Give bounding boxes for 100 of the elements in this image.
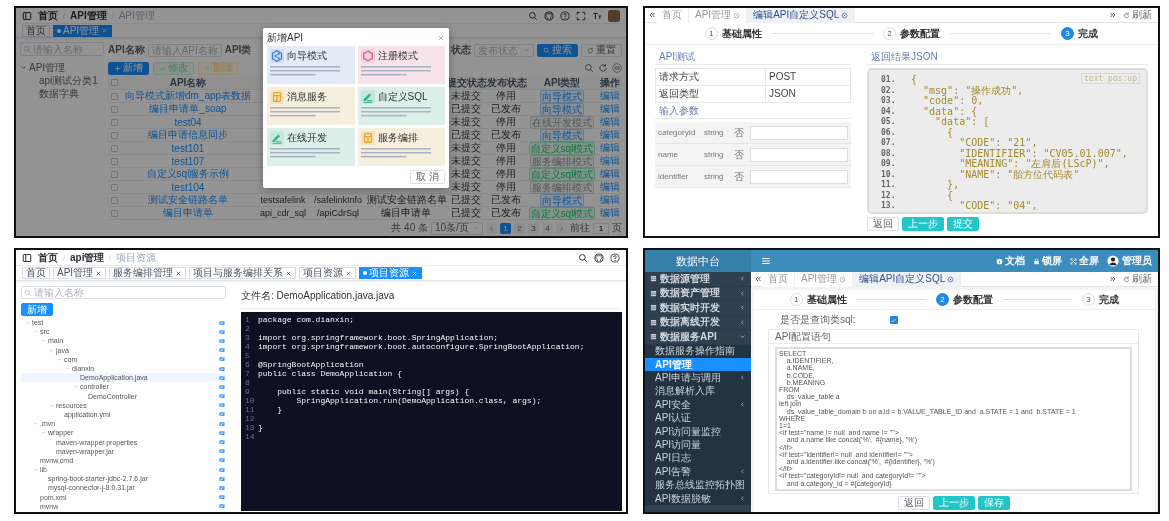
edit-icon[interactable] — [218, 402, 226, 409]
sidebar-menu-item[interactable]: 数据服务API — [645, 330, 751, 345]
breadcrumb-item[interactable]: 首页 — [38, 251, 58, 264]
sidebar-toggle-icon[interactable] — [22, 252, 32, 263]
page-button[interactable]: 3 — [528, 222, 539, 234]
close-icon[interactable] — [437, 34, 445, 42]
checkbox[interactable] — [111, 183, 118, 191]
page-tag[interactable]: 项目资源 — [299, 267, 357, 279]
scroll-right-icon[interactable] — [1109, 275, 1117, 283]
breadcrumb-item[interactable]: API管理 — [70, 9, 107, 22]
scroll-left-icon[interactable] — [754, 275, 762, 283]
page-tag[interactable]: 服务编排管理 — [109, 267, 187, 279]
edit-icon[interactable] — [218, 439, 226, 446]
edit-icon[interactable] — [218, 420, 226, 427]
checkbox[interactable] — [111, 144, 118, 152]
edit-icon[interactable] — [218, 411, 226, 418]
logo-icon[interactable] — [594, 252, 604, 263]
button[interactable]: 重置 — [581, 43, 622, 57]
checkbox[interactable] — [111, 118, 118, 126]
font-size-icon[interactable] — [592, 10, 602, 21]
mode-card[interactable]: 自定义SQL — [357, 87, 445, 125]
edit-icon[interactable] — [218, 383, 226, 390]
next-page-button[interactable] — [556, 222, 567, 234]
checkbox[interactable] — [111, 105, 118, 113]
header-link[interactable]: 文档 — [996, 254, 1025, 268]
scroll-right-icon[interactable] — [1109, 11, 1117, 19]
tree-item[interactable]: API管理 — [29, 60, 66, 75]
page-button[interactable]: 4 — [542, 222, 553, 234]
search-icon[interactable] — [578, 252, 588, 263]
tree-item[interactable]: 数据字典 — [39, 86, 79, 101]
sidebar-submenu-item[interactable]: API申请与调用 — [645, 371, 751, 385]
help-icon[interactable] — [610, 252, 620, 263]
edit-icon[interactable] — [218, 347, 226, 354]
previous-page-button[interactable] — [486, 222, 497, 234]
page-tab[interactable]: 编辑API自定义SQL — [747, 8, 856, 23]
mode-card[interactable]: 消息服务 — [267, 87, 355, 125]
edit-icon[interactable] — [218, 484, 226, 491]
tree-item[interactable]: api测试分类1 — [39, 73, 98, 88]
sidebar-menu-item[interactable]: 数据源管理 — [645, 272, 751, 287]
button[interactable]: 返回 — [897, 496, 930, 510]
mode-card[interactable]: 注册模式 — [357, 46, 445, 84]
checkbox[interactable] — [111, 170, 118, 178]
edit-icon[interactable] — [218, 466, 226, 473]
page-tag[interactable]: 首页 — [22, 267, 50, 279]
search-field[interactable]: 请输入名称 — [21, 286, 226, 299]
param-input[interactable] — [750, 147, 848, 162]
checkbox[interactable] — [111, 131, 118, 139]
page-tag[interactable]: API管理 — [53, 267, 107, 279]
edit-icon[interactable] — [218, 337, 226, 344]
param-input[interactable] — [750, 169, 848, 184]
mode-card[interactable]: 服务编排 — [357, 128, 445, 166]
help-icon[interactable] — [560, 10, 570, 21]
edit-icon[interactable] — [218, 393, 226, 400]
button[interactable]: 返回 — [867, 217, 899, 231]
sidebar-submenu-item[interactable]: API访问量 — [645, 438, 751, 452]
edit-icon[interactable] — [218, 356, 226, 363]
checkbox[interactable] — [111, 79, 118, 86]
edit-icon[interactable] — [218, 365, 226, 372]
edit-icon[interactable] — [218, 475, 226, 482]
mode-card[interactable]: 在线开发 — [267, 128, 355, 166]
refresh-icon[interactable] — [598, 63, 608, 73]
edit-icon[interactable] — [218, 429, 226, 436]
param-input[interactable] — [750, 125, 848, 140]
search-icon[interactable] — [584, 63, 594, 73]
edit-icon[interactable] — [218, 457, 226, 464]
checkbox[interactable] — [111, 209, 118, 217]
search-icon[interactable] — [528, 10, 538, 21]
sidebar-submenu-item[interactable]: 服务总线监控拓扑图 — [645, 478, 751, 492]
checkbox[interactable] — [111, 196, 118, 204]
edit-icon[interactable] — [218, 448, 226, 455]
page-tag[interactable]: 首页 — [22, 24, 50, 37]
mode-card[interactable]: 向导模式 — [267, 46, 355, 84]
refresh-button[interactable]: 刷新 — [1120, 272, 1155, 286]
logo-icon[interactable] — [544, 10, 554, 21]
edit-icon[interactable] — [218, 503, 226, 510]
cancel-button[interactable]: 取 消 — [410, 170, 445, 184]
sidebar-submenu-item[interactable]: API认证 — [645, 411, 751, 425]
edit-icon[interactable] — [218, 374, 226, 381]
edit-icon[interactable] — [218, 494, 226, 501]
user-name[interactable]: 管理员 — [1122, 254, 1152, 268]
checkbox[interactable] — [111, 157, 118, 165]
page-input[interactable]: 1 — [593, 222, 609, 234]
sidebar-menu-item[interactable]: 数据实时开发 — [645, 301, 751, 316]
sidebar-toggle-icon[interactable] — [22, 10, 32, 21]
avatar-placeholder[interactable] — [608, 9, 620, 22]
sidebar-submenu-item[interactable]: API告警 — [645, 465, 751, 479]
avatar-icon[interactable] — [1107, 255, 1119, 267]
refresh-button[interactable]: 刷新 — [1120, 8, 1155, 22]
page-tag[interactable]: 项目与服务编排关系 — [189, 267, 297, 279]
header-link[interactable]: 全屏 — [1070, 254, 1099, 268]
breadcrumb-item[interactable]: api管理 — [70, 251, 105, 264]
breadcrumb-item[interactable]: 首页 — [38, 9, 58, 22]
header-link[interactable]: 锁屏 — [1033, 254, 1062, 268]
checkbox[interactable] — [111, 92, 118, 100]
menu-icon[interactable] — [761, 256, 771, 266]
sidebar-submenu-item[interactable]: API安全 — [645, 398, 751, 412]
columns-icon[interactable] — [612, 63, 622, 73]
checkbox[interactable] — [889, 316, 898, 324]
edit-icon[interactable] — [218, 328, 226, 335]
scroll-left-icon[interactable] — [648, 11, 656, 19]
